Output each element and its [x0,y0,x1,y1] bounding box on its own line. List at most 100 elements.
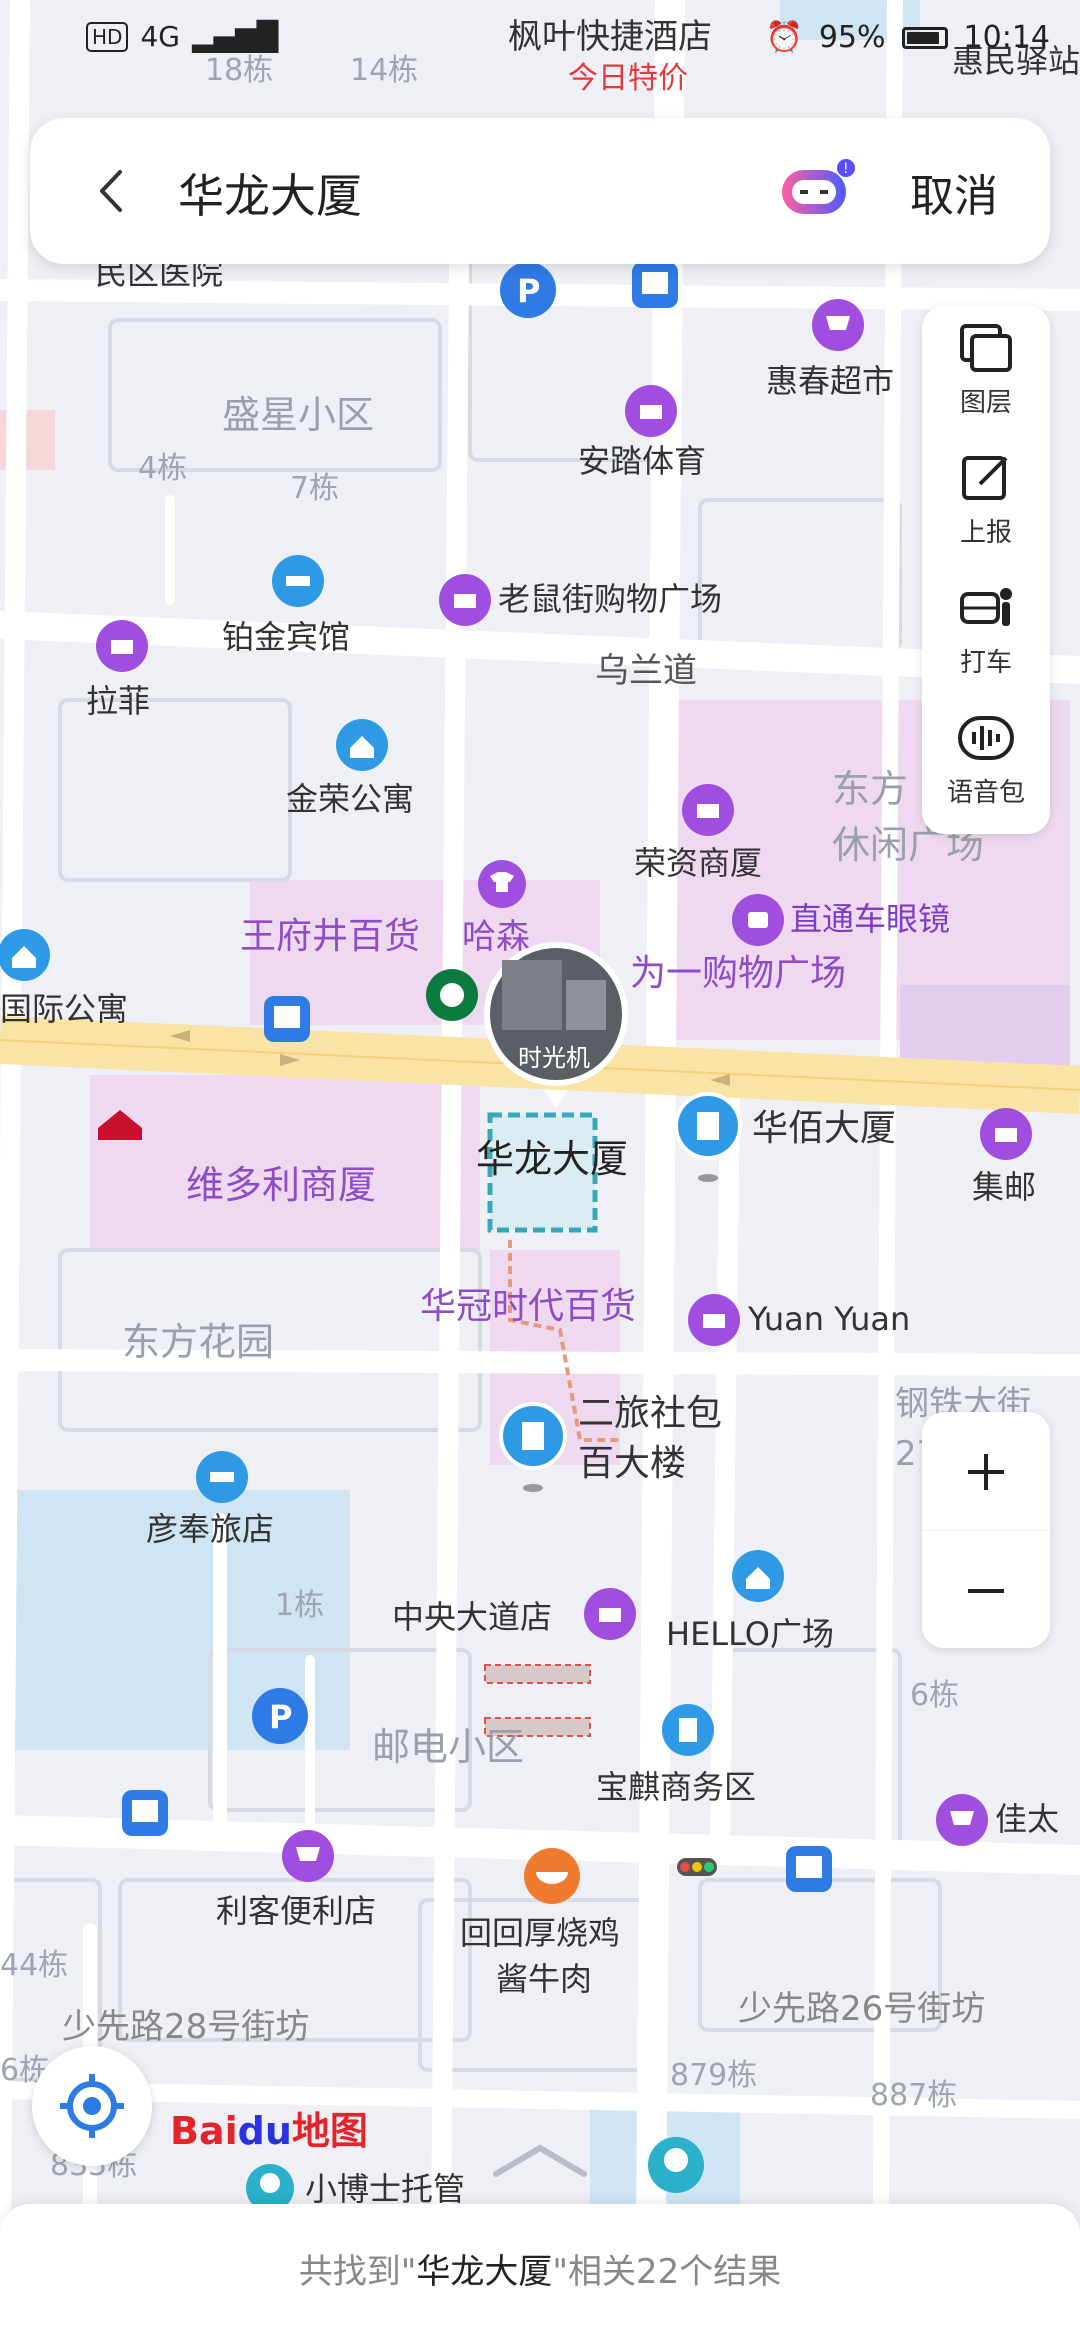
building-icon[interactable] [662,1704,714,1756]
poi-label[interactable]: 百大楼 [578,1443,686,1484]
network-badge: 4G [140,20,180,53]
bus-stop-icon[interactable] [786,1846,832,1892]
poi-label[interactable]: 金荣公寓 [286,780,414,818]
shopping-bag-icon[interactable] [625,385,677,437]
shopping-bag-icon[interactable] [439,574,491,626]
road-label: 少先路26号街坊 [738,1989,985,2029]
poi-label[interactable]: 回回厚烧鸡 [460,1914,620,1952]
alarm-icon: ⏰ [765,20,803,55]
bus-stop-icon[interactable] [122,1790,168,1836]
streetview-label: 时光机 [518,1044,590,1072]
poi-label[interactable]: 直通车眼镜 [790,900,950,938]
tool-label: 打车 [959,648,1012,678]
poi-label[interactable]: 安踏体育 [578,442,706,480]
tshirt-icon[interactable] [478,860,526,908]
bus-stop-icon[interactable] [632,262,678,308]
shopping-bag-icon[interactable] [688,1294,740,1346]
apartment-icon[interactable] [0,929,50,981]
zoom-out-button[interactable] [922,1530,1050,1649]
area-label: 东方 [832,767,908,811]
layers-button[interactable]: 图层 [922,306,1050,426]
poi-label[interactable]: 小博士托管 [305,2170,465,2208]
svg-text:P: P [517,272,540,310]
building-label: 4栋 [138,451,187,486]
taxi-button[interactable]: 打车 [922,566,1050,686]
assistant-icon[interactable]: ! [778,158,858,222]
poi-label[interactable]: 利客便利店 [216,1892,376,1930]
apartment-icon[interactable] [732,1550,784,1602]
cart-icon[interactable] [282,1830,334,1882]
area-label: 东方花园 [122,1320,274,1364]
hotel-icon[interactable] [196,1451,248,1503]
building-label: 6栋 [910,1678,959,1713]
poi-label[interactable]: 彦奉旅店 [146,1510,274,1548]
cancel-button[interactable]: 取消 [910,160,998,224]
bus-stop-icon[interactable] [264,996,310,1042]
poi-label[interactable]: 华佰大厦 [752,1108,896,1149]
baidu-map-logo: Baidu地图 [170,2109,368,2153]
poi-label[interactable]: 佳太 [995,1800,1059,1838]
shopping-bag-icon[interactable] [96,620,148,672]
tree-icon[interactable] [648,2137,704,2193]
locate-icon [60,2074,124,2138]
layers-icon [960,324,1012,372]
starbucks-icon[interactable] [426,969,478,1021]
selected-label[interactable]: 华龙大厦 [476,1137,628,1181]
svg-text:P: P [269,1698,292,1736]
building-label: 887栋 [870,2078,957,2113]
glasses-shop-icon[interactable] [732,894,784,946]
poi-label[interactable]: 拉菲 [86,682,150,720]
poi-label[interactable]: 宝麒商务区 [596,1768,756,1806]
building-label: 7栋 [290,471,339,506]
search-bar: 华龙大厦 ! 取消 [30,118,1050,264]
svg-text:!: ! [843,161,849,177]
voice-pack-button[interactable]: 语音包 [922,696,1050,816]
results-sheet[interactable]: 共找到"华龙大厦"相关22个结果 [0,2204,1080,2340]
plus-icon [968,1454,1004,1490]
poi-label[interactable]: 集邮 [972,1168,1036,1206]
search-query[interactable]: 华龙大厦 [178,160,362,226]
locate-me-button[interactable] [32,2046,152,2166]
apartment-icon[interactable] [336,719,388,771]
results-summary: 共找到"华龙大厦"相关22个结果 [298,2252,782,2292]
poi-label[interactable]: 华冠时代百货 [420,1286,636,1327]
poi-label[interactable]: 为一购物广场 [630,953,846,994]
poi-label[interactable]: 酱牛肉 [496,1960,592,1998]
signal-icon: ▂▄▆█ [191,20,279,53]
poi-label[interactable]: HELLO广场 [666,1615,834,1653]
building-label: 879栋 [670,2058,757,2093]
poi-label[interactable]: 惠春超市 [766,362,894,400]
cart-icon[interactable] [936,1794,988,1846]
taxi-icon [960,588,1012,626]
minus-icon [968,1589,1004,1593]
shopping-bag-icon[interactable] [584,1588,636,1640]
hd-badge: HD [86,21,129,52]
parking-icon[interactable]: P [500,262,556,318]
tool-label: 图层 [959,388,1012,418]
poi-label[interactable]: 二旅社包 [578,1393,722,1434]
poi-label[interactable]: 王府井百货 [240,916,420,957]
poi-label[interactable]: 荣资商厦 [634,844,762,882]
shopping-bag-icon[interactable] [980,1108,1032,1160]
road-label: 少先路28号街坊 [62,2007,309,2047]
food-icon[interactable] [524,1848,580,1904]
shopping-bag-icon[interactable] [682,784,734,836]
poi-label[interactable]: 老鼠街购物广场 [498,580,722,618]
poi-label[interactable]: 维多利商厦 [186,1163,376,1207]
map-canvas[interactable]: 18栋 14栋 4栋 7栋 1栋 6栋 879栋 887栋 44栋 835栋 6… [0,0,1080,2340]
poi-label[interactable]: 哈森 [462,917,530,957]
report-button[interactable]: 上报 [922,436,1050,556]
chevron-up-icon[interactable] [490,2140,590,2180]
tool-label: 语音包 [946,778,1025,808]
cart-icon[interactable] [812,299,864,351]
poi-label[interactable]: 国际公寓 [0,990,128,1028]
battery-percent: 95% [818,20,886,55]
zoom-in-button[interactable] [922,1412,1050,1530]
building-label: 44栋 [0,1948,68,1983]
poi-label[interactable]: 中央大道店 [392,1598,552,1636]
poi-label[interactable]: 铂金宾馆 [222,618,350,656]
hotel-icon[interactable] [272,555,324,607]
back-arrow-icon[interactable] [88,166,138,216]
parking-icon[interactable]: P [252,1688,308,1744]
poi-label[interactable]: Yuan Yuan [747,1300,910,1338]
